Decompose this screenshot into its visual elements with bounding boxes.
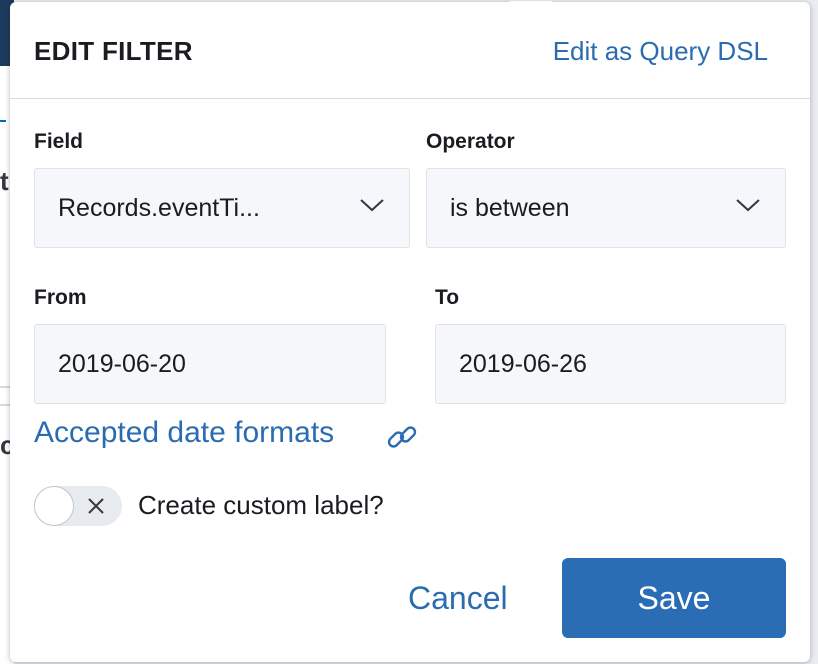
background-text-fragment: t xyxy=(0,166,9,196)
chevron-down-icon xyxy=(736,199,760,212)
custom-label-toggle[interactable] xyxy=(34,486,122,526)
from-input-value: 2019-06-20 xyxy=(58,350,186,378)
from-input[interactable]: 2019-06-20 xyxy=(34,324,386,404)
field-label: Field xyxy=(34,130,84,153)
toggle-knob xyxy=(34,486,74,526)
accepted-date-formats-link[interactable]: Accepted date formats xyxy=(34,416,334,450)
background-tab-indicator xyxy=(0,120,6,122)
save-button[interactable]: Save xyxy=(562,558,786,638)
to-label: To xyxy=(435,286,460,309)
operator-label: Operator xyxy=(426,130,515,153)
edit-as-query-dsl-link[interactable]: Edit as Query DSL xyxy=(553,36,768,67)
link-icon[interactable] xyxy=(386,421,418,453)
operator-select[interactable]: is between xyxy=(426,168,786,248)
popover-title: EDIT FILTER xyxy=(34,36,193,66)
popover-header: EDIT FILTER Edit as Query DSL xyxy=(10,2,810,99)
to-input[interactable]: 2019-06-26 xyxy=(435,324,786,404)
custom-label-text: Create custom label? xyxy=(138,490,384,520)
chevron-down-icon xyxy=(360,199,384,212)
edit-filter-popover: EDIT FILTER Edit as Query DSL Field Reco… xyxy=(10,1,810,662)
close-icon xyxy=(88,498,104,514)
cancel-button[interactable]: Cancel xyxy=(408,580,508,617)
field-select[interactable]: Records.eventTi... xyxy=(34,168,410,248)
to-input-value: 2019-06-26 xyxy=(459,350,587,378)
operator-select-value: is between xyxy=(450,194,570,222)
from-label: From xyxy=(34,286,87,309)
field-select-value: Records.eventTi... xyxy=(58,194,260,222)
